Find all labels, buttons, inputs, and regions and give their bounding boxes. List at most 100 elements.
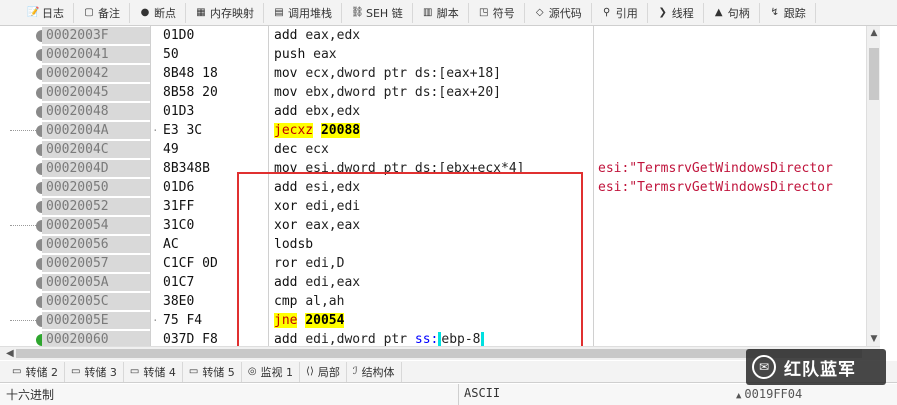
column-divider xyxy=(150,178,151,197)
disasm-row[interactable]: 00020052 31FF xor edi,edi xyxy=(0,197,866,216)
column-divider xyxy=(593,330,594,346)
disasm-row[interactable]: 00020054 31C0 xor eax,eax xyxy=(0,216,866,235)
instruction-bytes: 8B58 20 xyxy=(163,85,218,100)
instruction-comment: esi:"TermsrvGetWindowsDirector xyxy=(598,180,833,195)
instruction-address: 00020060 xyxy=(42,331,150,346)
instruction-text: add edi,eax xyxy=(274,275,361,290)
disasm-row[interactable]: 0002005E · 75 F4 jne 20054 xyxy=(0,311,866,330)
top-tab-label: 引用 xyxy=(615,6,638,20)
horizontal-scroll-thumb[interactable] xyxy=(16,349,862,358)
top-tab-memory-map[interactable]: ▦ 内存映射 xyxy=(186,2,264,23)
instruction-address: 00020052 xyxy=(42,198,150,215)
top-tab-seh-chain[interactable]: ⛓ SEH 链 xyxy=(342,2,413,23)
instruction-text: xor edi,edi xyxy=(274,199,361,214)
scroll-down-icon[interactable]: ▼ xyxy=(867,332,881,346)
instruction-mnemonic: mov xyxy=(274,161,298,176)
top-tab-label: 备注 xyxy=(98,6,120,20)
disasm-row[interactable]: 00020041 50 push eax xyxy=(0,45,866,64)
scroll-up-icon[interactable]: ▲ xyxy=(867,26,881,40)
column-divider xyxy=(150,292,151,311)
column-divider xyxy=(593,216,594,235)
dump-icon: ▭ xyxy=(188,366,199,377)
instruction-mnemonic: jne xyxy=(274,313,298,328)
instruction-bytes: 01D3 xyxy=(163,104,195,119)
column-divider xyxy=(150,254,151,273)
top-tab-threads[interactable]: ❯ 线程 xyxy=(648,2,704,23)
top-tab-trace[interactable]: ↯ 跟踪 xyxy=(760,2,816,23)
column-divider xyxy=(268,330,269,346)
disasm-row[interactable]: 00020042 8B48 18 mov ecx,dword ptr ds:[eax… xyxy=(0,64,866,83)
call-stack-icon: ▤ xyxy=(274,7,284,18)
instruction-text: add esi,edx xyxy=(274,180,361,195)
top-tab-symbols[interactable]: ◳ 符号 xyxy=(469,2,525,23)
disasm-row[interactable]: 0002004D 8B348B mov esi,dword ptr ds:[ebx+… xyxy=(0,159,866,178)
instruction-bytes: 8B48 18 xyxy=(163,66,218,81)
disasm-row[interactable]: 0002005A 01C7 add edi,eax xyxy=(0,273,866,292)
instruction-mnemonic: jecxz xyxy=(274,123,314,138)
bottom-tab[interactable]: ▭ 转储 3 xyxy=(65,361,124,382)
bottom-tab[interactable]: ▭ 转储 4 xyxy=(124,361,183,382)
top-tab-notes[interactable]: ▢ 备注 xyxy=(74,2,130,23)
instruction-address: 00020041 xyxy=(42,46,150,63)
bottom-tab[interactable]: ▭ 转储 5 xyxy=(183,361,242,382)
references-icon: ⚲ xyxy=(603,7,611,18)
bottom-tab-label: 转储 5 xyxy=(202,365,235,379)
column-divider xyxy=(268,311,269,330)
scroll-left-icon[interactable]: ◀ xyxy=(6,347,14,360)
chevron-up-icon[interactable]: ▲ xyxy=(736,391,741,401)
instruction-bytes: 037D F8 xyxy=(163,332,218,346)
column-divider xyxy=(150,121,151,140)
bottom-tab[interactable]: ▭ 转储 2 xyxy=(6,361,65,382)
bottom-tab[interactable]: ℐ 结构体 xyxy=(347,361,402,382)
jump-target[interactable]: 20088 xyxy=(320,123,361,138)
top-tab-label: 跟踪 xyxy=(783,6,806,20)
top-tab-references[interactable]: ⚲ 引用 xyxy=(592,2,648,23)
instruction-mnemonic: add xyxy=(274,28,298,43)
disasm-row[interactable]: 00020050 01D6 add esi,edx esi:"TermsrvGetWi… xyxy=(0,178,866,197)
disasm-row[interactable]: 0002005C 38E0 cmp al,ah xyxy=(0,292,866,311)
instruction-text: add ebx,edx xyxy=(274,104,361,119)
disasm-row[interactable]: 00020048 01D3 add ebx,edx xyxy=(0,102,866,121)
top-tab-breakpoint[interactable]: ● 断点 xyxy=(130,2,186,23)
column-divider xyxy=(150,45,151,64)
instruction-mnemonic: add xyxy=(274,104,298,119)
top-tab-source[interactable]: ◇ 源代码 xyxy=(525,2,592,23)
dump-column-divider[interactable] xyxy=(458,384,459,405)
instruction-address: 0002003F xyxy=(42,27,150,44)
column-divider xyxy=(593,102,594,121)
top-tab-script[interactable]: ▥ 脚本 xyxy=(413,2,469,23)
column-divider xyxy=(593,121,594,140)
bottom-tab[interactable]: ⟨⟩ 局部 xyxy=(300,361,347,382)
top-tab-handles[interactable]: ▲ 句柄 xyxy=(704,2,760,23)
disasm-row[interactable]: 0002004C 49 dec ecx xyxy=(0,140,866,159)
top-tab-call-stack[interactable]: ▤ 调用堆栈 xyxy=(264,2,342,23)
jump-arrow-icon: · xyxy=(152,124,159,137)
top-tab-label: 句柄 xyxy=(727,6,750,20)
handles-icon: ▲ xyxy=(714,7,723,18)
disassembly-view[interactable]: 0002003F 01D0 add eax,edx 00020041 50 push ea… xyxy=(0,26,866,346)
top-tab-log[interactable]: 📝 日志 xyxy=(18,2,74,23)
jump-target[interactable]: 20054 xyxy=(305,313,345,328)
column-divider xyxy=(268,216,269,235)
bottom-tab[interactable]: ◎ 监视 1 xyxy=(242,361,301,382)
column-divider xyxy=(593,159,594,178)
jump-line xyxy=(10,130,36,131)
column-divider xyxy=(150,197,151,216)
instruction-text: xor eax,eax xyxy=(274,218,361,233)
instruction-text: jecxz 20088 xyxy=(274,121,361,140)
vertical-scroll-thumb[interactable] xyxy=(869,48,879,100)
instruction-text: push eax xyxy=(274,47,337,62)
instruction-mnemonic: lodsb xyxy=(274,237,314,252)
disasm-row[interactable]: 0002004A · E3 3C jecxz 20088 xyxy=(0,121,866,140)
dump-ascii-column-header: ASCII xyxy=(464,386,501,400)
disasm-row[interactable]: 00020056 AC lodsb xyxy=(0,235,866,254)
disasm-row[interactable]: 00020045 8B58 20 mov ebx,dword ptr ds:[eax… xyxy=(0,83,866,102)
bottom-tab-label: 监视 1 xyxy=(260,365,294,379)
disasm-row[interactable]: 00020060 037D F8 add edi,dword ptr ss: ebp-… xyxy=(0,330,866,346)
instruction-bytes: 31C0 xyxy=(163,218,195,233)
instruction-address: 00020056 xyxy=(42,236,150,253)
instruction-address: 0002004A xyxy=(42,122,150,139)
disasm-row[interactable]: 00020057 C1CF 0D ror edi,D xyxy=(0,254,866,273)
vertical-scrollbar[interactable]: ▲ ▼ xyxy=(866,26,880,346)
disasm-row[interactable]: 0002003F 01D0 add eax,edx xyxy=(0,26,866,45)
